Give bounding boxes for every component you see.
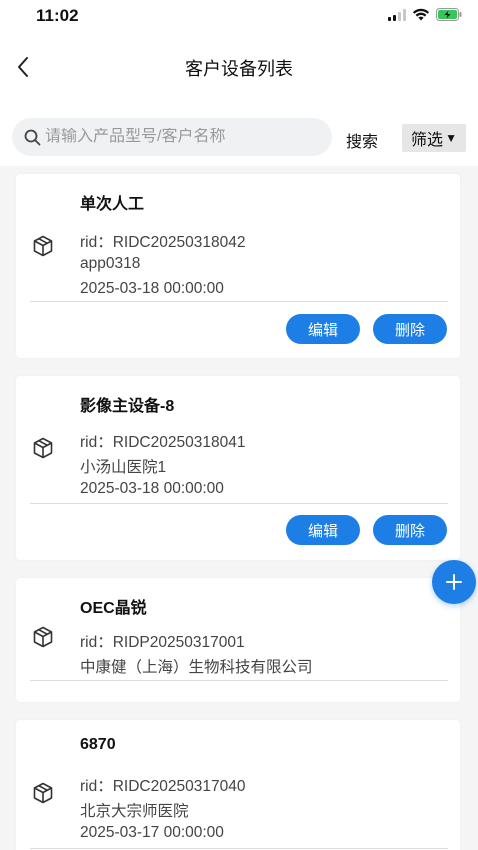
filter-button[interactable]: 筛选 ▼: [402, 124, 466, 152]
cube-icon: [33, 626, 53, 648]
wifi-icon: [412, 8, 430, 21]
device-card[interactable]: 影像主设备-8 rid：RIDC20250318041 小汤山医院1 2025-…: [16, 376, 460, 560]
search-icon: [23, 128, 41, 146]
search-box[interactable]: [12, 118, 332, 156]
search-row: 搜索 筛选 ▼: [0, 100, 478, 166]
divider: [30, 680, 448, 681]
device-name: OEC晶锐: [80, 600, 147, 617]
caret-down-icon: ▼: [445, 131, 457, 145]
delete-button[interactable]: 删除: [373, 314, 447, 344]
device-name: 单次人工: [80, 196, 145, 213]
delete-button[interactable]: 删除: [373, 515, 447, 545]
device-name: 6870: [80, 736, 116, 753]
divider: [30, 301, 448, 302]
device-rid: rid：RIDC20250318041: [80, 434, 246, 451]
divider: [30, 848, 448, 849]
device-customer: 小汤山医院1: [80, 459, 167, 476]
edit-button[interactable]: 编辑: [286, 515, 360, 545]
add-button[interactable]: [432, 560, 476, 604]
status-bar: 11:02: [0, 0, 478, 34]
signal-icon: [388, 8, 406, 21]
status-time: 11:02: [36, 6, 79, 25]
device-date: 2025-03-18 00:00:00: [80, 280, 224, 297]
cube-icon: [33, 235, 53, 257]
cube-icon: [33, 437, 53, 459]
device-name: 影像主设备-8: [80, 398, 175, 415]
device-card[interactable]: 单次人工 rid：RIDC20250318042 app0318 2025-03…: [16, 174, 460, 358]
device-card[interactable]: OEC晶锐 rid：RIDP20250317001 中康健（上海）生物科技有限公…: [16, 578, 460, 702]
status-icons: [388, 8, 462, 21]
divider: [30, 503, 448, 504]
search-input[interactable]: [45, 128, 315, 146]
screen: 11:02 客户设备列表 请输入产品型号/客户名称 搜索 筛选 ▼ 单次人工 r…: [0, 0, 478, 850]
nav-bar: 客户设备列表: [0, 34, 478, 100]
device-card[interactable]: 6870 rid：RIDC20250317040 北京大宗师医院 2025-03…: [16, 720, 460, 850]
device-rid: rid：RIDC20250318042: [80, 234, 246, 251]
page-title: 客户设备列表: [185, 59, 293, 79]
cube-icon: [33, 782, 53, 804]
device-rid: rid：RIDP20250317001: [80, 634, 245, 651]
device-date: 2025-03-18 00:00:00: [80, 480, 224, 497]
plus-icon: [446, 574, 462, 590]
battery-charging-icon: [436, 8, 462, 21]
device-date: 2025-03-17 00:00:00: [80, 824, 224, 841]
device-customer: 北京大宗师医院: [80, 803, 189, 820]
device-rid: rid：RIDC20250317040: [80, 778, 246, 795]
edit-button[interactable]: 编辑: [286, 314, 360, 344]
search-button[interactable]: 搜索: [346, 128, 378, 152]
filter-label: 筛选: [411, 132, 444, 149]
device-customer: 中康健（上海）生物科技有限公司: [80, 659, 313, 676]
device-customer: app0318: [80, 255, 141, 272]
